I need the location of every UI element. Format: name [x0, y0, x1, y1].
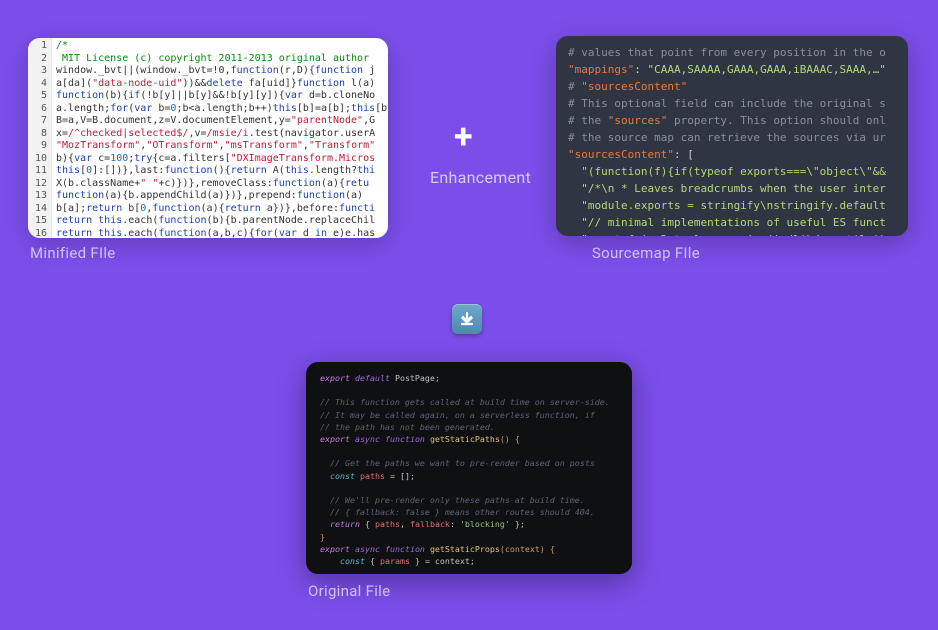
- minified-gutter: 1 2 3 4 5 6 7 8 9 10 11 12 13 14 15 16: [28, 38, 52, 238]
- code-line: // This function gets called at build ti…: [320, 396, 618, 408]
- minified-code: /* MIT License (c) copyright 2011-2013 o…: [52, 38, 388, 238]
- code-line: export async function getStaticProps(con…: [320, 543, 618, 555]
- arrow-down-icon: [452, 304, 482, 334]
- code-line: x=/^checked|selected$/,v=/msie/i.test(na…: [56, 128, 384, 141]
- code-line: # "sourcesContent": [568, 78, 896, 95]
- code-line: "sourcesContent": [: [568, 146, 896, 163]
- code-line: b[a];return b[0,function(a){return a})},…: [56, 203, 384, 216]
- plus-icon: +: [454, 120, 473, 154]
- original-file-panel: export default PostPage; // This functio…: [306, 362, 632, 574]
- code-line: [320, 445, 618, 457]
- code-line: "mappings": "CAAA,SAAAA,GAAA,GAAA,iBAAAC…: [568, 61, 896, 78]
- original-file-label: Original File: [308, 582, 390, 600]
- sourcemap-file-panel: # values that point from every position …: [556, 36, 908, 236]
- code-line: function(b){if(!b[y]||b[y]&&!b[y][y]){va…: [56, 90, 384, 103]
- code-line: return { paths, fallback: 'blocking' };: [320, 518, 618, 530]
- code-line: this[0]:[])},last:function(){return A(th…: [56, 165, 384, 178]
- code-line: # the "sources" property. This option sh…: [568, 112, 896, 129]
- code-line: "const { isoDate } = require('./lib/es-u…: [568, 231, 896, 236]
- code-line: "/*\n * Leaves breadcrumbs when the user…: [568, 180, 896, 197]
- code-line: // { fallback: false } means other route…: [320, 506, 618, 518]
- code-line: /*: [56, 40, 384, 53]
- enhancement-label: Enhancement: [430, 168, 531, 187]
- code-line: B=a,V=B.document,z=V.documentElement,y="…: [56, 115, 384, 128]
- code-line: }: [320, 531, 618, 543]
- code-line: MIT License (c) copyright 2011-2013 orig…: [56, 53, 384, 66]
- sourcemap-file-label: Sourcemap FIle: [592, 244, 700, 262]
- minified-file-label: Minified FIle: [30, 244, 116, 262]
- code-line: [320, 384, 618, 396]
- code-line: // the path has not been generated.: [320, 421, 618, 433]
- minified-file-panel: 1 2 3 4 5 6 7 8 9 10 11 12 13 14 15 16 /…: [28, 38, 388, 238]
- code-line: "(function(f){if(typeof exports===\"obje…: [568, 163, 896, 180]
- code-line: export default PostPage;: [320, 372, 618, 384]
- code-line: [320, 482, 618, 494]
- code-line: export async function getStaticPaths() {: [320, 433, 618, 445]
- code-line: return this.each(function(a,b,c){for(var…: [56, 228, 384, 239]
- code-line: "// minimal implementations of useful ES…: [568, 214, 896, 231]
- code-line: return this.each(function(b){b.parentNod…: [56, 215, 384, 228]
- code-line: // Get the paths we want to pre-render b…: [320, 457, 618, 469]
- code-line: [320, 567, 618, 574]
- code-line: function(a){b.appendChild(a)})},prepend:…: [56, 190, 384, 203]
- code-line: a.length;for(var b=0;b<a.length;b++)this…: [56, 103, 384, 116]
- code-line: "MozTransform","OTransform","msTransform…: [56, 140, 384, 153]
- code-line: # This optional field can include the or…: [568, 95, 896, 112]
- code-line: window._bvt||(window._bvt=!0,function(r,…: [56, 65, 384, 78]
- code-line: # values that point from every position …: [568, 44, 896, 61]
- code-line: // We'll pre-render only these paths at …: [320, 494, 618, 506]
- code-line: const { params } = context;: [320, 555, 618, 567]
- code-line: # the source map can retrieve the source…: [568, 129, 896, 146]
- code-line: a[da]("data-node-uid"))&&delete fa[uid]}…: [56, 78, 384, 91]
- code-line: X(b.className+" "+c)})},removeClass:func…: [56, 178, 384, 191]
- code-line: b){var c=100;try{c=a.filters["DXImageTra…: [56, 153, 384, 166]
- code-line: const paths = [];: [320, 470, 618, 482]
- code-line: // It may be called again, on a serverle…: [320, 409, 618, 421]
- code-line: "module.exports = stringify\nstringify.d…: [568, 197, 896, 214]
